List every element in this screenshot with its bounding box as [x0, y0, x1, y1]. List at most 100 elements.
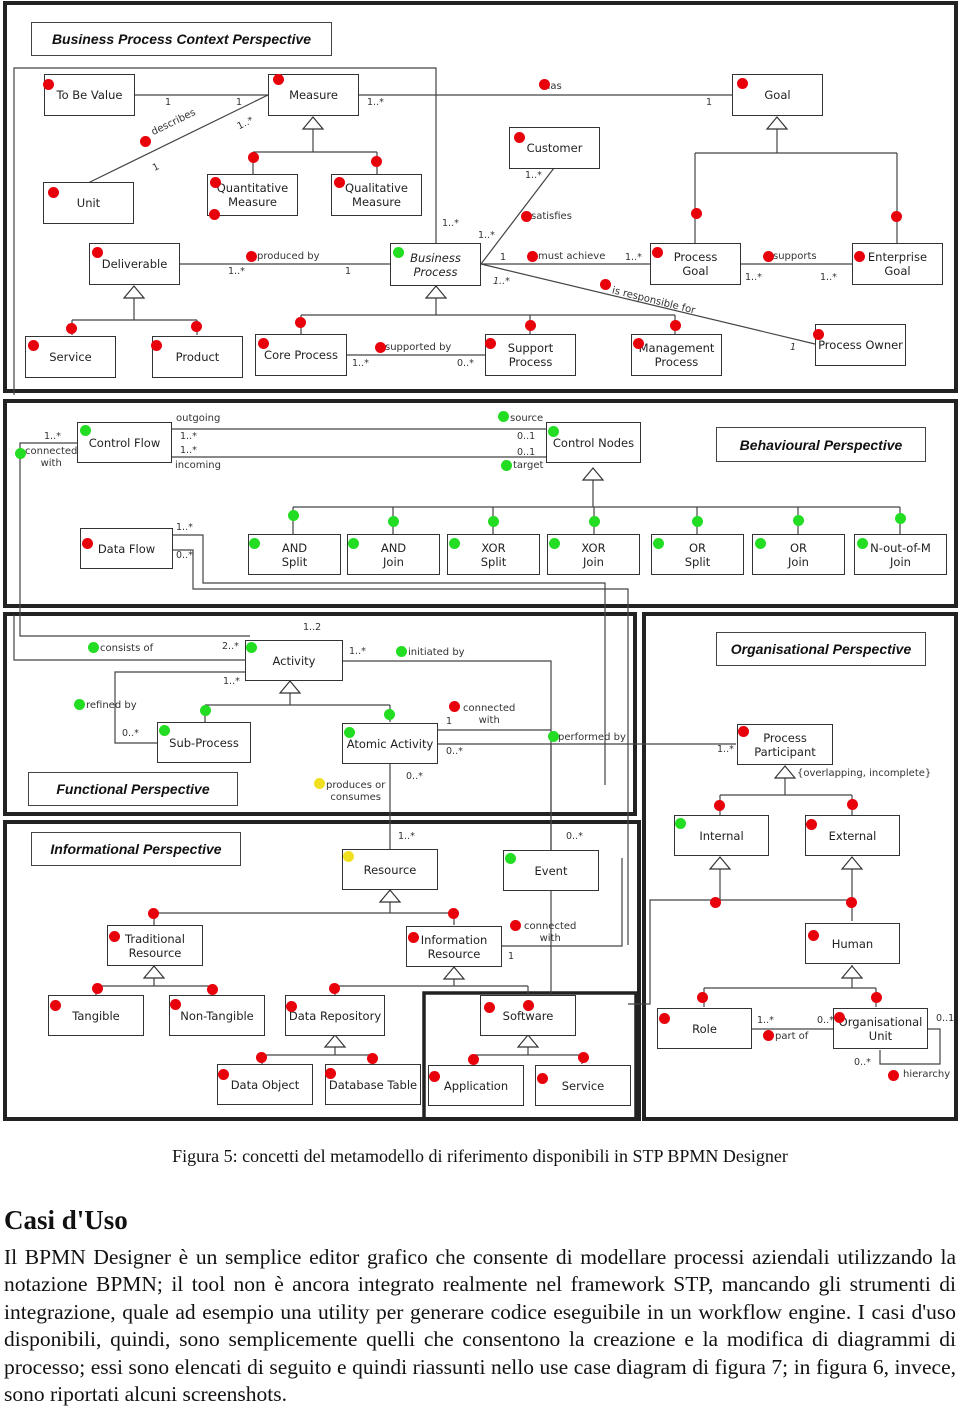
- green-status-dot: [548, 426, 559, 437]
- class-database-table[interactable]: Database Table: [325, 1064, 421, 1105]
- class-deliverable[interactable]: Deliverable: [89, 243, 180, 285]
- red-status-dot: [697, 992, 708, 1003]
- class-or-join[interactable]: OR Join: [752, 534, 845, 575]
- red-status-dot: [763, 1030, 774, 1041]
- class-to-be-value[interactable]: To Be Value: [44, 74, 135, 116]
- mult: 1: [508, 951, 515, 962]
- class-product[interactable]: Product: [152, 336, 243, 378]
- red-status-dot: [813, 329, 824, 340]
- green-status-dot: [488, 516, 499, 527]
- class-control-flow[interactable]: Control Flow: [77, 422, 172, 463]
- class-process-participant[interactable]: Process Participant: [737, 724, 833, 765]
- class-non-tangible[interactable]: Non-Tangible: [169, 995, 265, 1036]
- class-and-join[interactable]: AND Join: [347, 534, 440, 575]
- class-process-goal[interactable]: Process Goal: [650, 243, 741, 285]
- class-data-flow[interactable]: Data Flow: [80, 528, 173, 569]
- red-status-dot: [92, 983, 103, 994]
- title-business-perspective: Business Process Context Perspective: [31, 22, 332, 56]
- class-management-process[interactable]: Management Process: [631, 334, 722, 376]
- inherit-arrow: [302, 116, 324, 130]
- mult: 1..*: [223, 676, 240, 687]
- class-enterprise-goal[interactable]: Enterprise Goal: [852, 243, 943, 285]
- class-tangible[interactable]: Tangible: [48, 995, 144, 1036]
- class-or-split[interactable]: OR Split: [651, 534, 744, 575]
- red-status-dot: [209, 209, 220, 220]
- green-status-dot: [344, 727, 355, 738]
- class-role[interactable]: Role: [657, 1008, 752, 1049]
- red-status-dot: [210, 177, 221, 188]
- red-status-dot: [527, 251, 538, 262]
- class-data-repository[interactable]: Data Repository: [285, 995, 385, 1036]
- red-status-dot: [525, 320, 536, 331]
- red-status-dot: [329, 983, 340, 994]
- red-status-dot: [371, 156, 382, 167]
- class-xor-join[interactable]: XOR Join: [547, 534, 640, 575]
- class-external[interactable]: External: [805, 815, 900, 856]
- green-status-dot: [549, 538, 560, 549]
- green-status-dot: [74, 699, 85, 710]
- class-information-resource[interactable]: Information Resource: [406, 926, 502, 967]
- class-and-split[interactable]: AND Split: [248, 534, 341, 575]
- class-support-process[interactable]: Support Process: [485, 334, 576, 376]
- green-status-dot: [857, 538, 868, 549]
- class-n-out-of-m-join[interactable]: N-out-of-M Join: [854, 534, 947, 575]
- assoc-source: source: [510, 413, 544, 424]
- class-human[interactable]: Human: [805, 923, 900, 964]
- class-control-nodes[interactable]: Control Nodes: [546, 422, 641, 463]
- red-status-dot: [449, 701, 460, 712]
- class-organisational-unit[interactable]: Organisational Unit: [833, 1008, 928, 1049]
- mult: 2..*: [222, 641, 239, 652]
- inherit-arrow: [766, 116, 788, 130]
- green-status-dot: [505, 853, 516, 864]
- green-status-dot: [80, 425, 91, 436]
- assoc-part-of: part of: [775, 1031, 809, 1042]
- class-atomic-activity[interactable]: Atomic Activity: [342, 723, 438, 764]
- green-status-dot: [348, 538, 359, 549]
- class-process-owner[interactable]: Process Owner: [815, 324, 906, 366]
- mult: 1..*: [625, 252, 642, 263]
- class-data-object[interactable]: Data Object: [217, 1064, 313, 1105]
- green-status-dot: [88, 642, 99, 653]
- red-status-dot: [633, 338, 644, 349]
- assoc-produces-or-consumes: produces or consumes: [326, 780, 386, 803]
- mult: 1..*: [442, 218, 459, 229]
- class-core-process[interactable]: Core Process: [255, 334, 347, 376]
- mult: 0..1: [936, 1013, 955, 1024]
- assoc-satisfies: satisfies: [531, 211, 572, 222]
- red-status-dot: [468, 1054, 479, 1065]
- red-status-dot: [738, 726, 749, 737]
- red-status-dot: [367, 1053, 378, 1064]
- green-status-dot: [388, 516, 399, 527]
- class-xor-split[interactable]: XOR Split: [447, 534, 540, 575]
- red-status-dot: [891, 211, 902, 222]
- mult: 1..*: [398, 831, 415, 842]
- red-status-dot: [523, 1000, 534, 1011]
- inherit-arrow: [582, 467, 604, 481]
- class-business-process[interactable]: Business Process: [390, 243, 481, 286]
- red-status-dot: [539, 79, 550, 90]
- red-status-dot: [806, 819, 817, 830]
- inherit-arrow: [709, 856, 731, 870]
- class-activity[interactable]: Activity: [245, 640, 343, 681]
- assoc-connected-with-activity: connected with: [463, 703, 516, 726]
- class-traditional-resource[interactable]: Traditional Resource: [107, 925, 203, 966]
- red-status-dot: [834, 1012, 845, 1023]
- red-status-dot: [484, 1002, 495, 1013]
- assoc-incoming: incoming: [175, 460, 221, 471]
- inherit-arrow: [143, 965, 165, 979]
- red-status-dot: [846, 897, 857, 908]
- class-sub-process[interactable]: Sub-Process: [157, 722, 251, 763]
- class-service-software[interactable]: Service: [535, 1065, 631, 1106]
- assoc-connected-with-resource: connected with: [524, 921, 577, 944]
- class-event[interactable]: Event: [503, 850, 599, 891]
- mult: 1..*: [180, 431, 197, 442]
- assoc-produced-by: produced by: [257, 251, 320, 262]
- red-status-dot: [256, 1052, 267, 1063]
- assoc-target: target: [513, 460, 544, 471]
- metamodel-diagram: Business Process Context Perspective Beh…: [0, 0, 960, 1125]
- class-application[interactable]: Application: [428, 1065, 524, 1106]
- class-resource[interactable]: Resource: [342, 849, 438, 890]
- class-internal[interactable]: Internal: [674, 815, 769, 856]
- red-status-dot: [28, 340, 39, 351]
- class-service[interactable]: Service: [25, 336, 116, 378]
